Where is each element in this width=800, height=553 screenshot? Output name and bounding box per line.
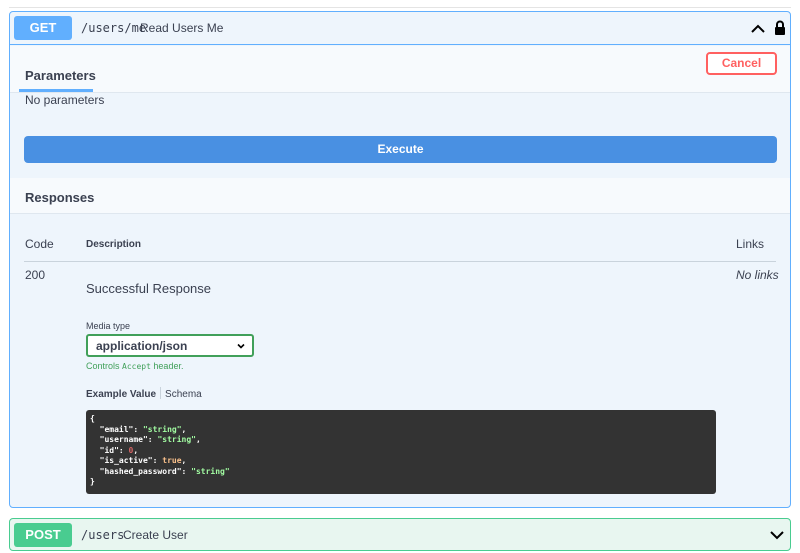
- endpoint-path: /users/me: [81, 21, 147, 35]
- json-comma: ,: [195, 435, 201, 444]
- json-key-id: "id":: [90, 445, 129, 455]
- json-key-username: "username":: [90, 435, 158, 444]
- execute-button[interactable]: Execute: [24, 136, 777, 163]
- media-type-value: application/json: [96, 339, 188, 353]
- json-brace-open: {: [90, 414, 95, 423]
- json-value-username: "string": [157, 435, 196, 444]
- top-divider: [9, 7, 791, 8]
- controls-accept-note: Controls Accept header.: [86, 361, 183, 371]
- column-header-links: Links: [736, 237, 765, 251]
- media-type-select[interactable]: application/json: [86, 334, 254, 357]
- json-value-is-active: true: [162, 456, 182, 465]
- json-comma: ,: [181, 456, 187, 465]
- opblock-summary[interactable]: GET /users/me Read Users Me: [10, 12, 790, 45]
- response-links: No links: [736, 268, 779, 282]
- chevron-up-icon[interactable]: [750, 21, 766, 37]
- column-header-description: Description: [86, 239, 142, 250]
- endpoint-summary: Read Users Me: [140, 21, 224, 35]
- table-header-divider: [24, 261, 776, 262]
- lock-icon[interactable]: [774, 20, 786, 36]
- controls-accept-code: Accept: [122, 362, 151, 371]
- controls-prefix: Controls: [86, 361, 123, 371]
- tab-schema[interactable]: Schema: [165, 389, 202, 400]
- json-comma: ,: [133, 445, 139, 455]
- tab-active-indicator: [19, 89, 93, 92]
- json-value-hashed-password: "string": [191, 466, 230, 476]
- tab-example-value[interactable]: Example Value: [86, 389, 156, 400]
- media-type-label: Media type: [86, 321, 131, 331]
- chevron-down-icon[interactable]: [769, 527, 785, 543]
- responses-title: Responses: [25, 190, 95, 205]
- endpoint-path: /users: [81, 528, 125, 542]
- responses-header: Responses: [10, 178, 790, 214]
- json-key-email: "email":: [90, 424, 143, 434]
- chevron-down-icon: [237, 343, 245, 349]
- endpoint-summary: Create User: [123, 528, 188, 542]
- parameters-header: Parameters: [10, 46, 790, 93]
- method-badge-get: GET: [14, 16, 72, 40]
- response-code: 200: [25, 268, 46, 282]
- column-header-code: Code: [25, 237, 54, 251]
- example-tabs: Example Value Schema: [86, 387, 202, 400]
- opblock-post-users[interactable]: POST /users Create User: [9, 518, 791, 551]
- no-parameters-text: No parameters: [25, 93, 105, 107]
- json-key-is-active: "is_active":: [90, 456, 163, 465]
- tab-separator: [160, 387, 162, 399]
- tab-parameters[interactable]: Parameters: [25, 68, 96, 83]
- json-comma: ,: [181, 424, 187, 434]
- json-brace-close: }: [90, 477, 95, 486]
- json-key-hashed-password: "hashed_password":: [90, 466, 192, 476]
- method-badge-post: POST: [14, 523, 72, 547]
- response-description: Successful Response: [86, 281, 212, 296]
- example-json-block: { "email": "string", "username": "string…: [86, 410, 716, 494]
- opblock-get-users-me: GET /users/me Read Users Me Parameters C…: [9, 11, 791, 508]
- json-value-email: "string": [142, 424, 182, 434]
- controls-suffix: header.: [150, 361, 184, 371]
- cancel-button[interactable]: Cancel: [706, 52, 777, 75]
